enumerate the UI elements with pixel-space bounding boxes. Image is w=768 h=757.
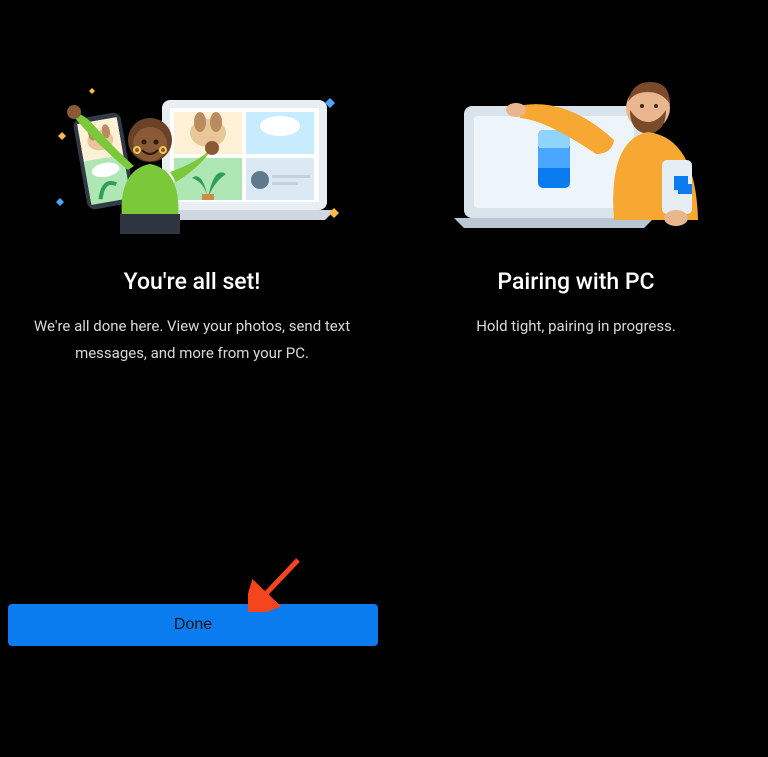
all-set-title: You're all set! [124,268,261,295]
pairing-title: Pairing with PC [497,268,654,295]
panels-container: You're all set! We're all done here. Vie… [0,0,768,660]
all-set-illustration [42,70,342,240]
pairing-panel: Pairing with PC Hold tight, pairing in p… [384,0,768,660]
pairing-illustration [426,70,726,240]
done-button[interactable]: Done [8,604,378,646]
all-set-panel: You're all set! We're all done here. Vie… [0,0,384,660]
all-set-subtitle: We're all done here. View your photos, s… [22,313,362,367]
pairing-subtitle: Hold tight, pairing in progress. [476,313,676,340]
